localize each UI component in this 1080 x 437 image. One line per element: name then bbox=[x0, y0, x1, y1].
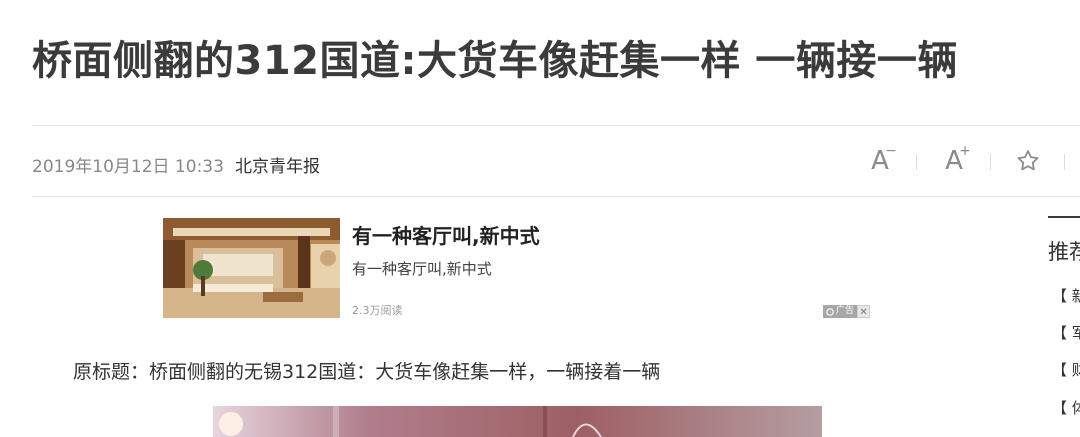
ad-card[interactable]: 有一种客厅叫,新中式 有一种客厅叫,新中式 2.3万阅读 广告 ✕ bbox=[163, 218, 873, 318]
sidebar-item[interactable]: 【 军 bbox=[1052, 322, 1080, 343]
ad-logo-icon bbox=[826, 307, 834, 316]
ad-badge: 广告 ✕ bbox=[823, 305, 871, 318]
ad-label-text: 广告 bbox=[836, 306, 855, 316]
ad-read-count: 2.3万阅读 bbox=[352, 304, 403, 317]
font-increase-button[interactable]: A + bbox=[938, 143, 971, 176]
ad-subtitle: 有一种客厅叫,新中式 bbox=[352, 260, 492, 278]
font-increase-icon: A + bbox=[945, 143, 971, 176]
publish-date: 2019年10月12日 10:33 bbox=[32, 157, 224, 177]
toolbar-separator bbox=[1064, 154, 1065, 170]
ad-label: 广告 bbox=[823, 305, 858, 318]
divider bbox=[32, 196, 1080, 197]
ad-close-button[interactable]: ✕ bbox=[857, 305, 871, 318]
font-decrease-icon: A − bbox=[871, 143, 897, 176]
sidebar-accent-line bbox=[1048, 216, 1080, 218]
source-link[interactable]: 北京青年报 bbox=[235, 152, 320, 177]
ad-title[interactable]: 有一种客厅叫,新中式 bbox=[352, 220, 540, 249]
star-icon bbox=[1017, 150, 1039, 171]
article-title: 桥面侧翻的312国道:大货车像赶集一样 一辆接一辆 bbox=[32, 38, 958, 84]
article-image bbox=[213, 406, 822, 437]
sidebar-heading: 推荐 bbox=[1048, 240, 1080, 264]
sidebar-item[interactable]: 【 体 bbox=[1052, 397, 1080, 418]
toolbar-separator bbox=[916, 154, 917, 170]
divider bbox=[32, 125, 1080, 126]
sidebar-item[interactable]: 【 新 bbox=[1052, 285, 1080, 306]
sidebar-item[interactable]: 【 财 bbox=[1052, 359, 1080, 380]
ad-thumbnail[interactable] bbox=[163, 218, 340, 318]
font-decrease-button[interactable]: A − bbox=[864, 143, 897, 176]
toolbar-separator bbox=[990, 154, 991, 170]
favorite-button[interactable] bbox=[1012, 146, 1044, 176]
original-title: 原标题：桥面侧翻的无锡312国道：大货车像赶集一样，一辆接着一辆 bbox=[73, 361, 661, 383]
